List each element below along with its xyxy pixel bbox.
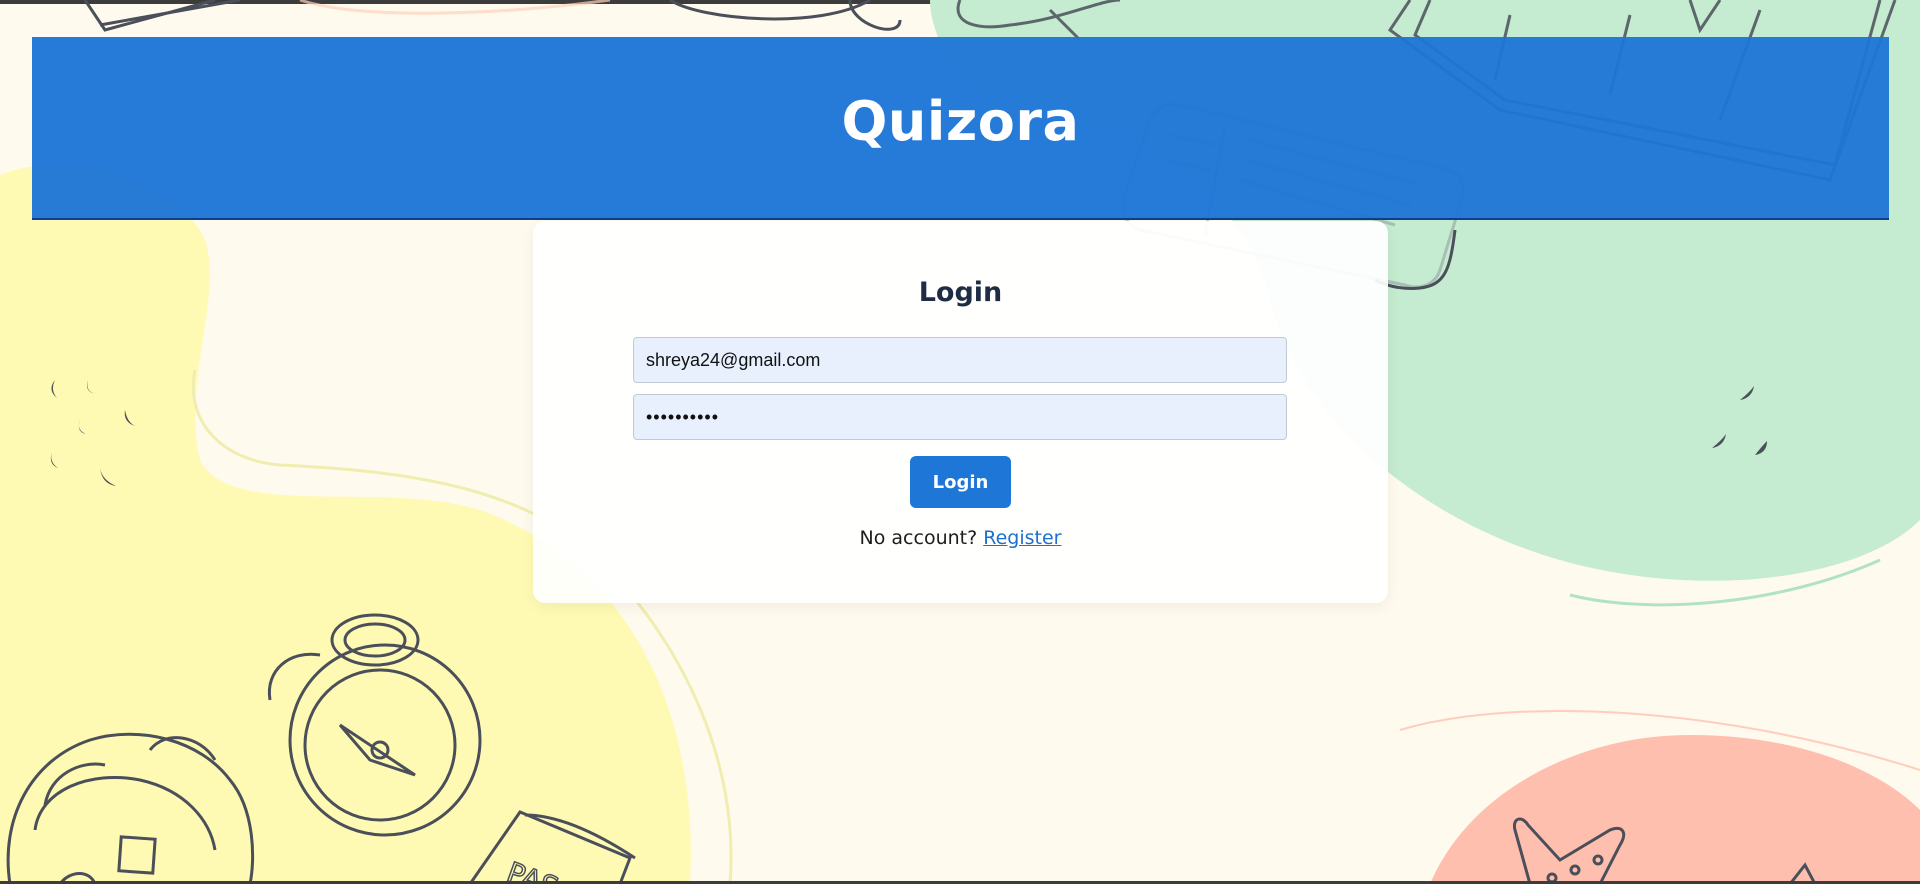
app-header: Quizora xyxy=(32,37,1889,220)
app-title: Quizora xyxy=(841,90,1080,153)
register-link[interactable]: Register xyxy=(983,527,1061,549)
email-field[interactable] xyxy=(633,337,1287,383)
luggage-doodle xyxy=(83,0,902,32)
password-field[interactable] xyxy=(633,394,1287,440)
login-card: Login Login No account? Register xyxy=(533,221,1388,603)
coral-blob xyxy=(1430,735,1920,884)
login-button[interactable]: Login xyxy=(910,456,1011,508)
register-prompt: No account? Register xyxy=(533,527,1388,549)
no-account-text: No account? xyxy=(859,527,984,549)
login-heading: Login xyxy=(918,277,1003,308)
